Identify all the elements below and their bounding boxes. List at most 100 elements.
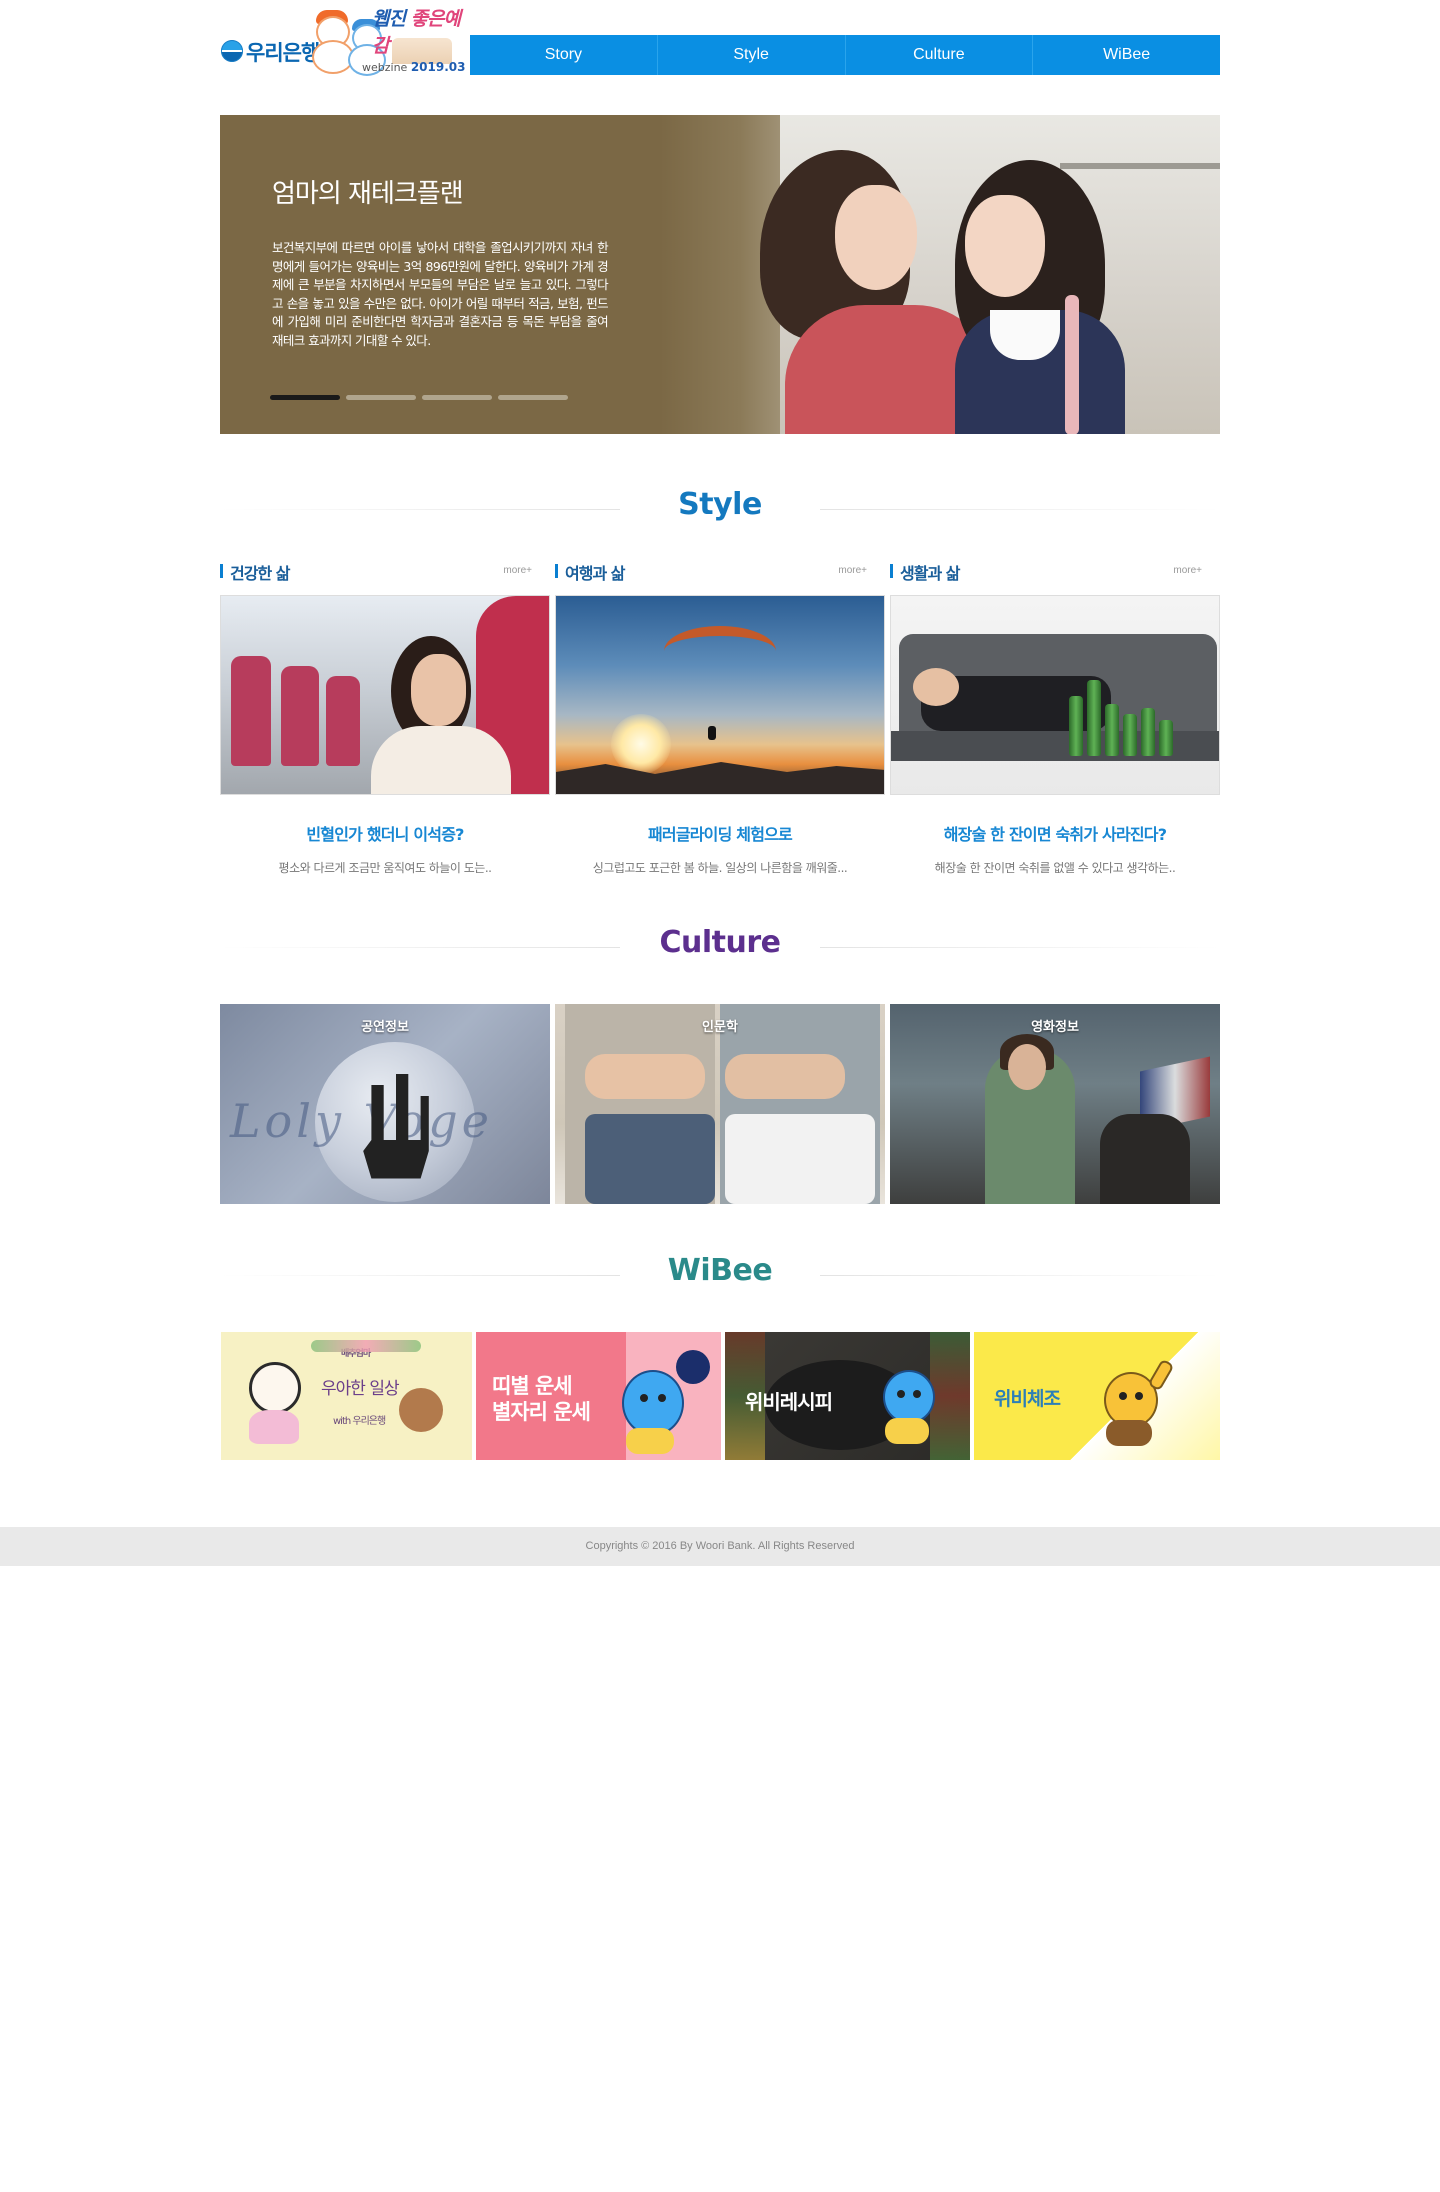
card-description: 평소와 다르게 조금만 움직여도 하늘이 도는.. bbox=[278, 861, 492, 875]
copyright-text: Copyrights © 2016 By Woori Bank. All Rig… bbox=[585, 1540, 855, 1552]
script-lettering: Loly Voge bbox=[230, 1094, 493, 1148]
more-link[interactable]: more+ bbox=[503, 565, 532, 576]
slide-indicators bbox=[270, 395, 568, 400]
man-face bbox=[913, 668, 959, 706]
wibee-character-icon bbox=[622, 1370, 684, 1436]
card-title[interactable]: 빈혈인가 했더니 이석증? bbox=[220, 821, 550, 845]
more-link[interactable]: more+ bbox=[1173, 565, 1202, 576]
culture-tile-label: 인문학 bbox=[702, 1020, 738, 1035]
culture-section-title: Culture bbox=[659, 925, 782, 960]
bee-stripe bbox=[1106, 1420, 1152, 1446]
style-card: 생활과 삶 more+ 해장술 한 잔이면 숙취가 사라진다? 해장술 한 잔이… bbox=[890, 560, 1220, 876]
wibee-banner-daily[interactable]: 배추엄마 우아한 일상 with 우리은행 bbox=[221, 1332, 472, 1460]
wibee-character-icon bbox=[883, 1370, 935, 1424]
culture-tile-label: 공연정보 bbox=[361, 1020, 409, 1035]
tutu-icon bbox=[249, 1410, 299, 1444]
mother-face bbox=[835, 185, 917, 290]
bear-character-icon bbox=[399, 1388, 443, 1432]
bee-stripe bbox=[626, 1428, 674, 1454]
hero-title: 엄마의 재테크플랜 bbox=[272, 179, 464, 209]
style-card: 건강한 삶 more+ 빈혈인가 했더니 이석증? 평소와 다르게 조금만 움직… bbox=[220, 560, 550, 876]
wibee-banner-recipe[interactable]: 위비레시피 bbox=[725, 1332, 970, 1460]
horse bbox=[1100, 1114, 1190, 1204]
wibee-banner-exercise[interactable]: 위비체조 bbox=[974, 1332, 1220, 1460]
category-header: 생활과 삶 more+ bbox=[890, 560, 1220, 583]
girl-face bbox=[965, 195, 1045, 297]
style-card: 여행과 삶 more+ 패러글라이딩 체험으로 싱그럽고도 포근한 봄 하늘. … bbox=[555, 560, 885, 876]
nav-item-culture[interactable]: Culture bbox=[844, 35, 1033, 75]
bottle bbox=[1141, 708, 1155, 756]
style-section-heading: Style bbox=[220, 487, 1220, 527]
bee-stripe bbox=[885, 1418, 929, 1444]
crossed-arms bbox=[585, 1054, 705, 1099]
category-marker bbox=[890, 564, 893, 578]
bottle bbox=[1123, 714, 1137, 756]
culture-tile-movie[interactable]: 영화정보 bbox=[890, 1004, 1220, 1204]
slide-dot-3[interactable] bbox=[422, 395, 492, 400]
eye bbox=[658, 1394, 666, 1402]
wibee-section-title: WiBee bbox=[667, 1253, 773, 1288]
balloon-icon bbox=[676, 1350, 710, 1384]
white-pants bbox=[725, 1114, 875, 1204]
culture-tile-humanities[interactable]: 인문학 bbox=[555, 1004, 885, 1204]
card-thumbnail[interactable] bbox=[555, 595, 885, 795]
wibee-banner-fortune[interactable]: 띠별 운세 별자리 운세 bbox=[476, 1332, 721, 1460]
category-marker bbox=[220, 564, 223, 578]
slide-dot-1[interactable] bbox=[270, 395, 340, 400]
jeans bbox=[585, 1114, 715, 1204]
card-description: 싱그럽고도 포근한 봄 하늘. 일상의 나른함을 깨워줄... bbox=[592, 861, 848, 875]
sun bbox=[611, 714, 671, 774]
hero-banner[interactable]: 엄마의 재테크플랜 보건복지부에 따르면 아이를 낳아서 대학을 졸업시키기까지… bbox=[220, 115, 1220, 434]
card-title[interactable]: 해장술 한 잔이면 숙취가 사라진다? bbox=[890, 821, 1220, 845]
card-thumbnail[interactable] bbox=[890, 595, 1220, 795]
bottle bbox=[1159, 720, 1173, 756]
flower-garland bbox=[311, 1340, 421, 1352]
nav-item-wibee[interactable]: WiBee bbox=[1032, 35, 1220, 75]
girl-character-icon bbox=[249, 1362, 301, 1414]
banner-title-line2: 별자리 운세 bbox=[492, 1400, 591, 1424]
site-header: 우리은행 웹진 좋은예감 webzine 2019.03 Story Style… bbox=[220, 0, 1220, 100]
slide-dot-4[interactable] bbox=[498, 395, 568, 400]
eye bbox=[1119, 1392, 1127, 1400]
bank-name: 우리은행 bbox=[246, 41, 320, 65]
woori-bank-logo-icon bbox=[221, 40, 243, 62]
eye bbox=[897, 1390, 905, 1398]
paraglider-wing bbox=[664, 626, 776, 676]
banner-title: 위비레시피 bbox=[745, 1390, 833, 1414]
category-label: 건강한 삶 bbox=[230, 564, 290, 583]
culture-section-heading: Culture bbox=[220, 925, 1220, 965]
nav-item-style[interactable]: Style bbox=[656, 35, 845, 75]
wibee-section-heading: WiBee bbox=[220, 1253, 1220, 1293]
site-logo[interactable]: 우리은행 웹진 좋은예감 webzine 2019.03 bbox=[220, 4, 470, 76]
bee-arm bbox=[1147, 1358, 1175, 1392]
paraglider-pilot bbox=[708, 726, 716, 740]
bottle bbox=[1105, 704, 1119, 756]
nav-item-story[interactable]: Story bbox=[470, 35, 657, 75]
main-nav: Story Style Culture WiBee bbox=[470, 35, 1220, 75]
banner-sub: with 우리은행 bbox=[333, 1416, 386, 1427]
train-seat bbox=[231, 656, 271, 766]
slide-dot-2[interactable] bbox=[346, 395, 416, 400]
eye bbox=[913, 1390, 921, 1398]
more-link[interactable]: more+ bbox=[838, 565, 867, 576]
woman-face bbox=[411, 654, 466, 726]
card-description: 해장술 한 잔이면 숙취를 없앨 수 있다고 생각하는.. bbox=[934, 861, 1176, 875]
category-label: 생활과 삶 bbox=[900, 564, 960, 583]
card-title[interactable]: 패러글라이딩 체험으로 bbox=[555, 821, 885, 845]
kitchen-shelf bbox=[1060, 163, 1220, 169]
banner-title: 우아한 일상 bbox=[321, 1379, 400, 1399]
girl-collar bbox=[990, 310, 1060, 360]
webzine-title: 웹진 좋은예감 bbox=[372, 8, 461, 57]
category-label: 여행과 삶 bbox=[565, 564, 625, 583]
style-section-title: Style bbox=[678, 487, 762, 522]
culture-tile-label: 영화정보 bbox=[1031, 1020, 1079, 1035]
card-thumbnail[interactable] bbox=[220, 595, 550, 795]
eye bbox=[1135, 1392, 1143, 1400]
hero-description: 보건복지부에 따르면 아이를 낳아서 대학을 졸업시키기까지 자녀 한명에게 들… bbox=[272, 240, 609, 348]
backpack-strap bbox=[1065, 295, 1079, 434]
webzine-issue: webzine 2019.03 bbox=[362, 60, 466, 74]
train-seat bbox=[326, 676, 360, 766]
crossed-arms bbox=[725, 1054, 845, 1099]
culture-tile-performance[interactable]: Loly Voge 공연정보 bbox=[220, 1004, 550, 1204]
bottle bbox=[1069, 696, 1083, 756]
